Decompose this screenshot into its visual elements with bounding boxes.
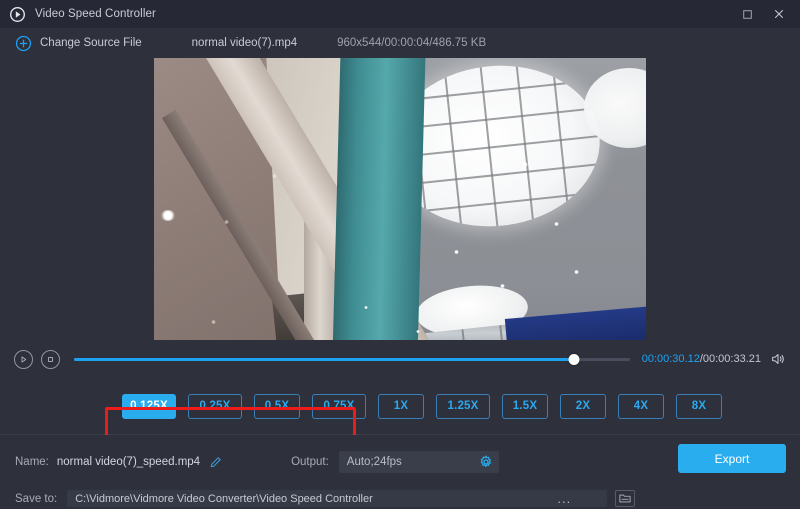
progress-fill bbox=[74, 358, 574, 361]
maximize-icon[interactable] bbox=[732, 1, 762, 27]
name-label: Name: bbox=[15, 456, 49, 468]
stop-icon[interactable] bbox=[41, 350, 60, 369]
current-time: 00:00:30.12 bbox=[642, 353, 700, 365]
gear-icon[interactable] bbox=[479, 455, 493, 469]
browse-button[interactable]: ... bbox=[557, 491, 571, 506]
preview-stage bbox=[0, 58, 800, 340]
folder-icon[interactable] bbox=[615, 490, 635, 507]
progress-slider[interactable] bbox=[74, 351, 630, 367]
save-to-bar: Save to: C:\Vidmore\Vidmore Video Conver… bbox=[0, 488, 800, 509]
save-path-value: C:\Vidmore\Vidmore Video Converter\Video… bbox=[75, 493, 373, 505]
speed-button-4x[interactable]: 4X bbox=[618, 394, 664, 419]
output-name-value: normal video(7)_speed.mp4 bbox=[57, 456, 200, 468]
progress-knob[interactable] bbox=[569, 354, 580, 365]
playback-bar: 00:00:30.12/00:00:33.21 bbox=[0, 340, 800, 378]
video-speed-controller-window: Video Speed Controller Change Source Fil… bbox=[0, 0, 800, 509]
output-label: Output: bbox=[291, 456, 329, 468]
source-bar: Change Source File normal video(7).mp4 9… bbox=[0, 28, 800, 58]
total-time: /00:00:33.21 bbox=[700, 353, 761, 365]
pencil-icon[interactable] bbox=[209, 455, 223, 469]
source-file-name: normal video(7).mp4 bbox=[192, 37, 297, 49]
output-group: Output: Auto;24fps bbox=[291, 451, 499, 473]
time-display: 00:00:30.12/00:00:33.21 bbox=[642, 353, 761, 365]
speed-button-0.25x[interactable]: 0.25X bbox=[188, 394, 242, 419]
save-to-label: Save to: bbox=[15, 493, 57, 505]
output-format-value: Auto;24fps bbox=[347, 456, 402, 468]
save-path-field[interactable]: C:\Vidmore\Vidmore Video Converter\Video… bbox=[67, 490, 607, 507]
window-controls bbox=[732, 1, 794, 27]
speed-button-0.75x[interactable]: 0.75X bbox=[312, 394, 366, 419]
speed-button-0.5x[interactable]: 0.5X bbox=[254, 394, 300, 419]
speed-button-8x[interactable]: 8X bbox=[676, 394, 722, 419]
speed-button-1x[interactable]: 1X bbox=[378, 394, 424, 419]
close-icon[interactable] bbox=[764, 1, 794, 27]
video-preview[interactable] bbox=[154, 58, 646, 340]
speed-options: 0.125X 0.25X 0.5X 0.75X 1X 1.25X 1.5X 2X 4X 8X bbox=[0, 378, 800, 434]
video-scene bbox=[154, 58, 646, 340]
speed-button-0.125x[interactable]: 0.125X bbox=[122, 394, 176, 419]
settings-bar: Name: normal video(7)_speed.mp4 Output: … bbox=[0, 435, 800, 488]
title-bar: Video Speed Controller bbox=[0, 0, 800, 28]
change-source-file-button[interactable]: Change Source File bbox=[40, 37, 142, 49]
play-circle-icon bbox=[9, 6, 26, 23]
output-format-field[interactable]: Auto;24fps bbox=[339, 451, 499, 473]
play-icon[interactable] bbox=[14, 350, 33, 369]
source-file-meta: 960x544/00:00:04/486.75 KB bbox=[337, 37, 486, 49]
speaker-icon[interactable] bbox=[770, 351, 786, 367]
export-button[interactable]: Export bbox=[678, 444, 786, 473]
speed-button-1.5x[interactable]: 1.5X bbox=[502, 394, 548, 419]
speed-button-1.25x[interactable]: 1.25X bbox=[436, 394, 490, 419]
plus-circle-icon[interactable] bbox=[15, 35, 32, 52]
window-title: Video Speed Controller bbox=[35, 8, 156, 20]
speed-button-2x[interactable]: 2X bbox=[560, 394, 606, 419]
